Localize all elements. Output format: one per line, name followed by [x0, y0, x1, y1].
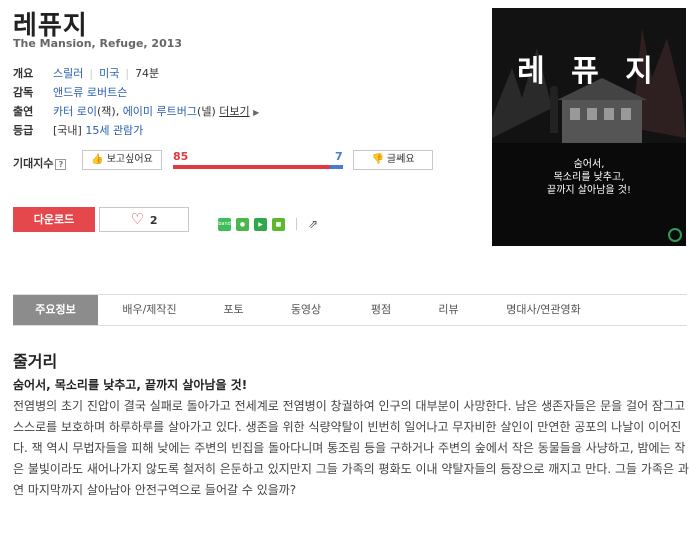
overview-row: 개요 스릴러 | 미국 | 74분 [13, 67, 160, 80]
cast-link-2[interactable]: 에이미 루트버그 [123, 105, 197, 118]
kakaostory-icon[interactable]: ● [236, 217, 249, 231]
plot-text: 전염병의 초기 진압이 결국 실패로 돌아가고 전세계로 전염병이 창궐하여 인… [13, 399, 689, 497]
director-row: 감독 앤드류 로버트슨 [13, 84, 127, 100]
expectation-bar-fill [173, 165, 331, 169]
share-icon[interactable]: ⇗ [308, 217, 318, 231]
tab-quotes-related[interactable]: 명대사/연관영화 [481, 295, 606, 325]
tab-photo[interactable]: 포토 [201, 295, 266, 325]
overview-label: 개요 [13, 67, 34, 80]
expectation-label-wrap: 기대지수? [13, 155, 67, 171]
poster-tagline-2: 목소리를 낮추고, [553, 172, 625, 183]
cast-row: 출연 카터 로이(잭), 에이미 루트버그(넬) 더보기 ▶ [13, 105, 260, 118]
country-link[interactable]: 미국 [99, 67, 119, 80]
arrow-right-icon: ▶ [253, 108, 260, 117]
plot-tagline: 숨어서, 목소리를 낮추고, 끝까지 살아남을 것! [13, 378, 248, 392]
detail-tabs: 주요정보 배우/제작진 포토 동영상 평점 리뷰 명대사/연관영화 [13, 294, 687, 326]
tab-cast-crew[interactable]: 배우/제작진 [98, 295, 201, 325]
twitter-icon[interactable]: ▶ [254, 217, 267, 231]
rating-label: 등급 [13, 124, 34, 137]
more-cast-link[interactable]: 더보기 [219, 105, 249, 118]
download-button[interactable]: 다운로드 [13, 207, 95, 232]
heart-icon: ♡ [130, 210, 144, 228]
poster-art [492, 8, 686, 246]
cast-role-1: (잭) [96, 105, 116, 118]
poster-title: 레 퓨 지 [517, 54, 661, 89]
tab-main-info[interactable]: 주요정보 [13, 295, 98, 325]
help-icon[interactable]: ? [55, 159, 67, 170]
movie-poster[interactable]: 레 퓨 지 숨어서, 목소리를 낮추고, 끝까지 살아남을 것! [492, 8, 686, 246]
want-count: 85 [173, 150, 189, 163]
want-to-see-label: 보고싶어요 [106, 154, 153, 165]
tab-review[interactable]: 리뷰 [416, 295, 481, 325]
not-sure-button[interactable]: 👎 글쎄요 [353, 150, 433, 170]
band-icon[interactable]: band [218, 217, 231, 231]
no-count: 7 [335, 150, 343, 163]
facebook-icon[interactable]: ■ [272, 217, 285, 231]
genre-link[interactable]: 스릴러 [53, 67, 83, 80]
plot-heading: 줄거리 [13, 352, 58, 371]
cast-role-2: (넬) [197, 105, 216, 118]
cast-label: 출연 [13, 105, 34, 118]
thumbs-down-icon: 👎 [371, 154, 384, 165]
thumbs-up-icon: 👍 [91, 154, 104, 165]
tab-video[interactable]: 동영상 [266, 295, 346, 325]
poster-tagline: 숨어서, 목소리를 낮추고, 끝까지 살아남을 것! [492, 158, 686, 197]
tab-rating[interactable]: 평점 [346, 295, 416, 325]
cast-link-1[interactable]: 카터 로이 [53, 105, 97, 118]
expectation-label: 기대지수 [13, 157, 54, 170]
director-label: 감독 [13, 86, 34, 99]
expectation-bar [173, 165, 343, 169]
director-link[interactable]: 앤드류 로버트슨 [53, 86, 127, 99]
runtime: 74분 [135, 67, 160, 80]
not-sure-label: 글쎄요 [386, 154, 415, 165]
rating-prefix: [국내] [53, 124, 82, 137]
want-to-see-button[interactable]: 👍 보고싶어요 [82, 150, 162, 170]
poster-tagline-3: 끝까지 살아남을 것! [547, 185, 631, 196]
like-button[interactable]: ♡ 2 [99, 207, 189, 232]
rating-link[interactable]: 15세 관람가 [85, 124, 143, 137]
poster-tagline-1: 숨어서, [573, 159, 605, 170]
like-count: 2 [149, 214, 158, 227]
rating-row: 등급 [국내] 15세 관람가 [13, 122, 143, 138]
movie-subtitle: The Mansion, Refuge, 2013 [13, 37, 183, 50]
share-icons: band ● ▶ ■ ⇗ [218, 217, 318, 231]
